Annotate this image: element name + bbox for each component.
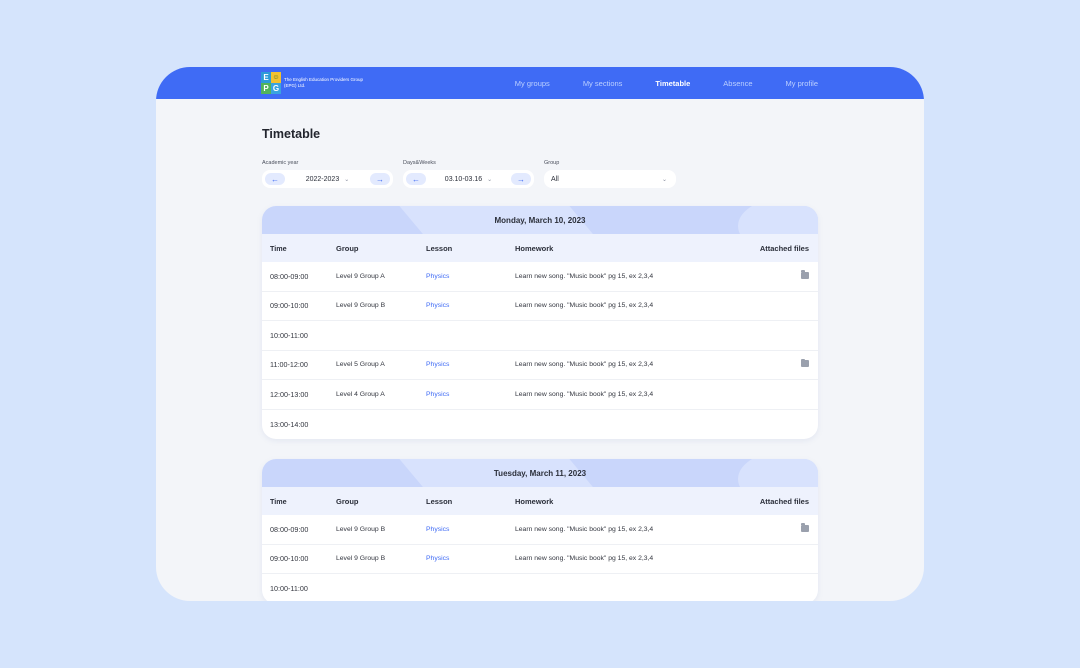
academic-year-label: Academic year <box>262 160 299 166</box>
row-group: Level 9 Group B <box>336 525 386 533</box>
logo-mark-icon: E ☺ P G <box>261 72 281 94</box>
row-lesson-link[interactable]: Physics <box>426 555 515 562</box>
row-lesson-link[interactable]: Physics <box>426 391 515 398</box>
day-header: Monday, March 10, 2023 <box>262 206 818 234</box>
col-attached-files: Attached files <box>759 496 809 506</box>
academic-year-filter: Academic year ← 2022-2023 ⌄ → <box>262 160 393 188</box>
col-time: Time <box>270 496 287 506</box>
row-lesson-link[interactable]: Physics <box>426 526 515 533</box>
top-navigation-bar: E ☺ P G The English Education Providers … <box>156 67 924 99</box>
chevron-down-icon: ⌄ <box>344 176 350 183</box>
day-card-monday: Monday, March 10, 2023 Time Group Lesson… <box>262 206 818 439</box>
day-title: Monday, March 10, 2023 <box>494 215 586 225</box>
table-header: Time Group Lesson Homework Attached file… <box>262 487 818 515</box>
arrow-left-icon[interactable]: ← <box>406 173 426 185</box>
row-homework: Learn new song. "Music book" pg 15, ex 2… <box>515 302 654 310</box>
col-group: Group <box>336 496 359 506</box>
col-lesson: Lesson <box>426 243 453 253</box>
row-time: 09:00-10:00 <box>270 301 309 311</box>
row-files <box>735 270 818 281</box>
days-weeks-filter: Days&Weeks ← 03.10-03.16 ⌄ → <box>403 160 534 188</box>
row-time: 11:00-12:00 <box>270 360 308 370</box>
row-group: Level 9 Group A <box>336 272 385 280</box>
col-homework: Homework <box>515 243 554 253</box>
row-group: Level 4 Group A <box>336 390 385 398</box>
row-files <box>735 523 818 534</box>
row-homework: Learn new song. "Music book" pg 15, ex 2… <box>515 555 654 563</box>
row-homework: Learn new song. "Music book" pg 15, ex 2… <box>515 361 654 369</box>
row-time: 10:00-11:00 <box>270 330 308 340</box>
nav-absence[interactable]: Absence <box>723 79 752 88</box>
page-title: Timetable <box>262 127 321 141</box>
logo[interactable]: E ☺ P G The English Education Providers … <box>261 72 364 94</box>
chevron-down-icon: ⌄ <box>487 176 493 183</box>
days-weeks-label: Days&Weeks <box>403 160 436 166</box>
row-lesson-link[interactable]: Physics <box>426 361 515 368</box>
row-time: 09:00-10:00 <box>270 554 309 564</box>
folder-icon[interactable] <box>801 523 809 532</box>
filters-bar: Academic year ← 2022-2023 ⌄ → Days&Weeks… <box>262 160 686 188</box>
group-value: All <box>551 175 559 183</box>
arrow-left-icon[interactable]: ← <box>265 173 285 185</box>
nav-my-profile[interactable]: My profile <box>785 79 818 88</box>
arrow-right-icon[interactable]: → <box>369 173 390 185</box>
table-row: 09:00-10:00 Level 9 Group B Physics Lear… <box>262 545 818 574</box>
col-group: Group <box>336 243 359 253</box>
day-header: Tuesday, March 11, 2023 <box>262 459 818 487</box>
row-homework: Learn new song. "Music book" pg 15, ex 2… <box>515 390 654 398</box>
row-homework: Learn new song. "Music book" pg 15, ex 2… <box>515 272 654 280</box>
col-attached-files: Attached files <box>759 243 809 253</box>
table-row: 10:00-11:00 <box>262 574 818 601</box>
nav-timetable[interactable]: Timetable <box>655 79 690 88</box>
row-time: 10:00-11:00 <box>270 584 308 594</box>
col-time: Time <box>270 243 287 253</box>
col-homework: Homework <box>515 496 554 506</box>
row-time: 08:00-09:00 <box>270 524 309 534</box>
row-files <box>735 358 818 369</box>
nav-my-sections[interactable]: My sections <box>583 79 623 88</box>
folder-icon[interactable] <box>801 270 809 279</box>
arrow-right-icon[interactable]: → <box>511 173 531 185</box>
academic-year-selector: ← 2022-2023 ⌄ → <box>262 170 393 188</box>
app-window: E ☺ P G The English Education Providers … <box>156 67 924 601</box>
day-card-tuesday: Tuesday, March 11, 2023 Time Group Lesso… <box>262 459 818 601</box>
chevron-down-icon: ⌄ <box>661 176 667 183</box>
row-lesson-link[interactable]: Physics <box>426 273 515 280</box>
table-row: 08:00-09:00 Level 9 Group B Physics Lear… <box>262 515 818 545</box>
row-time: 12:00-13:00 <box>270 389 309 399</box>
table-row: 09:00-10:00 Level 9 Group B Physics Lear… <box>262 292 818 321</box>
table-row: 10:00-11:00 <box>262 321 818 351</box>
group-filter: Group All ⌄ <box>544 160 676 188</box>
row-lesson-link[interactable]: Physics <box>426 302 515 309</box>
group-dropdown[interactable]: All ⌄ <box>544 170 676 188</box>
row-homework: Learn new song. "Music book" pg 15, ex 2… <box>515 525 654 533</box>
table-header: Time Group Lesson Homework Attached file… <box>262 234 818 262</box>
nav-my-groups[interactable]: My groups <box>515 79 550 88</box>
row-group: Level 9 Group B <box>336 302 386 310</box>
academic-year-dropdown[interactable]: 2022-2023 ⌄ <box>306 176 350 183</box>
group-label: Group <box>544 160 560 166</box>
logo-text: The English Education Providers Group (E… <box>284 77 364 88</box>
table-row: 13:00-14:00 <box>262 410 818 440</box>
days-weeks-value: 03.10-03.16 <box>444 175 483 183</box>
day-title: Tuesday, March 11, 2023 <box>493 468 587 478</box>
folder-icon[interactable] <box>801 358 809 368</box>
row-group: Level 5 Group A <box>336 361 385 369</box>
row-time: 13:00-14:00 <box>270 419 309 429</box>
days-weeks-selector: ← 03.10-03.16 ⌄ → <box>403 170 534 188</box>
row-group: Level 9 Group B <box>336 555 386 563</box>
main-nav: My groups My sections Timetable Absence … <box>515 67 924 99</box>
days-weeks-dropdown[interactable]: 03.10-03.16 ⌄ <box>445 176 492 183</box>
table-row: 11:00-12:00 Level 5 Group A Physics Lear… <box>262 351 818 380</box>
table-row: 12:00-13:00 Level 4 Group A Physics Lear… <box>262 380 818 410</box>
row-time: 08:00-09:00 <box>270 271 309 281</box>
col-lesson: Lesson <box>426 496 453 506</box>
academic-year-value: 2022-2023 <box>305 175 340 183</box>
table-row: 08:00-09:00 Level 9 Group A Physics Lear… <box>262 262 818 292</box>
